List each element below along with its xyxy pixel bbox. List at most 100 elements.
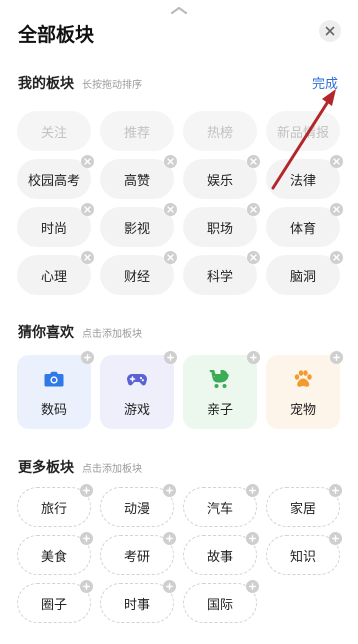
more-section-chip[interactable]: 汽车 xyxy=(183,484,259,527)
chip-label: 故事 xyxy=(206,549,233,565)
add-badge[interactable] xyxy=(247,351,260,364)
remove-badge[interactable] xyxy=(330,251,343,264)
chip-label: 心理 xyxy=(40,269,67,285)
card-label: 宠物 xyxy=(289,402,316,418)
add-badge[interactable] xyxy=(246,580,259,593)
guess-grid: 数码 游戏 亲子 宠物 xyxy=(17,351,343,429)
all-sections-sheet: 全部板块 我的板块 长按拖动排序 完成 关注 推荐 热榜 新品情报 校园高考 高… xyxy=(0,0,358,644)
remove-badge[interactable] xyxy=(247,155,260,168)
add-badge[interactable] xyxy=(330,351,343,364)
my-sections-header: 我的板块 长按拖动排序 xyxy=(18,73,142,93)
remove-badge[interactable] xyxy=(164,251,177,264)
remove-icon xyxy=(333,254,340,261)
chip-label: 娱乐 xyxy=(206,173,233,189)
more-section-chip[interactable]: 动漫 xyxy=(100,484,176,527)
chip-label: 时尚 xyxy=(40,221,67,237)
remove-badge[interactable] xyxy=(81,155,94,168)
recommend-card-games[interactable]: 游戏 xyxy=(100,351,177,429)
add-badge[interactable] xyxy=(329,532,342,545)
my-section-chip[interactable]: 法律 xyxy=(266,155,343,199)
remove-icon xyxy=(250,206,257,213)
guess-title: 猜你喜欢 xyxy=(18,325,74,341)
my-section-chip[interactable]: 心理 xyxy=(17,251,94,295)
my-section-chip[interactable]: 校园高考 xyxy=(17,155,94,199)
plus-icon xyxy=(83,583,90,590)
my-section-chip[interactable]: 脑洞 xyxy=(266,251,343,295)
my-section-chip[interactable]: 影视 xyxy=(100,203,177,247)
chip-label: 国际 xyxy=(206,597,233,613)
my-section-chip[interactable]: 科学 xyxy=(183,251,260,295)
chip-label: 新品情报 xyxy=(276,125,329,141)
recommend-card-pets[interactable]: 宠物 xyxy=(266,351,343,429)
chip-label: 影视 xyxy=(123,221,150,237)
plus-icon xyxy=(83,535,90,542)
remove-badge[interactable] xyxy=(164,203,177,216)
chip-label: 体育 xyxy=(289,221,316,237)
chip-label: 财经 xyxy=(123,269,150,285)
close-button[interactable] xyxy=(319,20,341,42)
more-title: 更多板块 xyxy=(18,460,74,476)
remove-icon xyxy=(167,158,174,165)
remove-badge[interactable] xyxy=(247,251,260,264)
remove-badge[interactable] xyxy=(81,251,94,264)
plus-icon xyxy=(167,354,174,361)
add-badge[interactable] xyxy=(80,580,93,593)
add-badge[interactable] xyxy=(163,580,176,593)
add-badge[interactable] xyxy=(164,351,177,364)
more-section-chip[interactable]: 圈子 xyxy=(17,580,93,623)
add-badge[interactable] xyxy=(163,532,176,545)
add-badge[interactable] xyxy=(329,484,342,497)
chip-label: 汽车 xyxy=(206,501,233,517)
more-section-chip[interactable]: 美食 xyxy=(17,532,93,575)
my-section-chip[interactable]: 时尚 xyxy=(17,203,94,247)
my-section-chip[interactable]: 职场 xyxy=(183,203,260,247)
chip-label: 动漫 xyxy=(123,501,150,517)
plus-icon xyxy=(166,535,173,542)
more-section-chip[interactable]: 旅行 xyxy=(17,484,93,527)
my-section-chip[interactable]: 体育 xyxy=(266,203,343,247)
add-badge[interactable] xyxy=(81,351,94,364)
sheet-handle-icon[interactable] xyxy=(171,6,187,14)
chip-label: 法律 xyxy=(289,173,316,189)
more-header: 更多板块 点击添加板块 xyxy=(18,457,142,477)
add-badge[interactable] xyxy=(246,532,259,545)
remove-badge[interactable] xyxy=(330,155,343,168)
add-badge[interactable] xyxy=(80,532,93,545)
more-section-chip[interactable]: 考研 xyxy=(100,532,176,575)
remove-badge[interactable] xyxy=(81,203,94,216)
recommend-card-parenting[interactable]: 亲子 xyxy=(183,351,260,429)
fixed-section-chip: 新品情报 xyxy=(266,111,340,151)
chip-label: 圈子 xyxy=(40,597,67,613)
chip-label: 旅行 xyxy=(40,501,67,517)
add-badge[interactable] xyxy=(80,484,93,497)
my-section-chip[interactable]: 高赞 xyxy=(100,155,177,199)
plus-icon xyxy=(332,487,339,494)
plus-icon xyxy=(332,535,339,542)
remove-icon xyxy=(84,206,91,213)
plus-icon xyxy=(166,583,173,590)
add-badge[interactable] xyxy=(163,484,176,497)
add-badge[interactable] xyxy=(246,484,259,497)
chip-label: 高赞 xyxy=(123,173,150,189)
plus-icon xyxy=(333,354,340,361)
more-section-chip[interactable]: 时事 xyxy=(100,580,176,623)
plus-icon xyxy=(249,535,256,542)
remove-icon xyxy=(250,158,257,165)
more-section-chip[interactable]: 故事 xyxy=(183,532,259,575)
my-section-chip[interactable]: 财经 xyxy=(100,251,177,295)
remove-badge[interactable] xyxy=(247,203,260,216)
my-section-chip[interactable]: 娱乐 xyxy=(183,155,260,199)
remove-badge[interactable] xyxy=(164,155,177,168)
more-section-chip[interactable]: 知识 xyxy=(266,532,342,575)
stroller-icon xyxy=(209,369,229,388)
card-label: 游戏 xyxy=(123,402,150,418)
plus-icon xyxy=(249,583,256,590)
more-section-chip[interactable]: 国际 xyxy=(183,580,259,623)
remove-icon xyxy=(167,254,174,261)
remove-badge[interactable] xyxy=(330,203,343,216)
done-button[interactable]: 完成 xyxy=(312,73,338,92)
remove-icon xyxy=(84,158,91,165)
chip-label: 科学 xyxy=(206,269,233,285)
recommend-card-digital[interactable]: 数码 xyxy=(17,351,94,429)
more-section-chip[interactable]: 家居 xyxy=(266,484,342,527)
